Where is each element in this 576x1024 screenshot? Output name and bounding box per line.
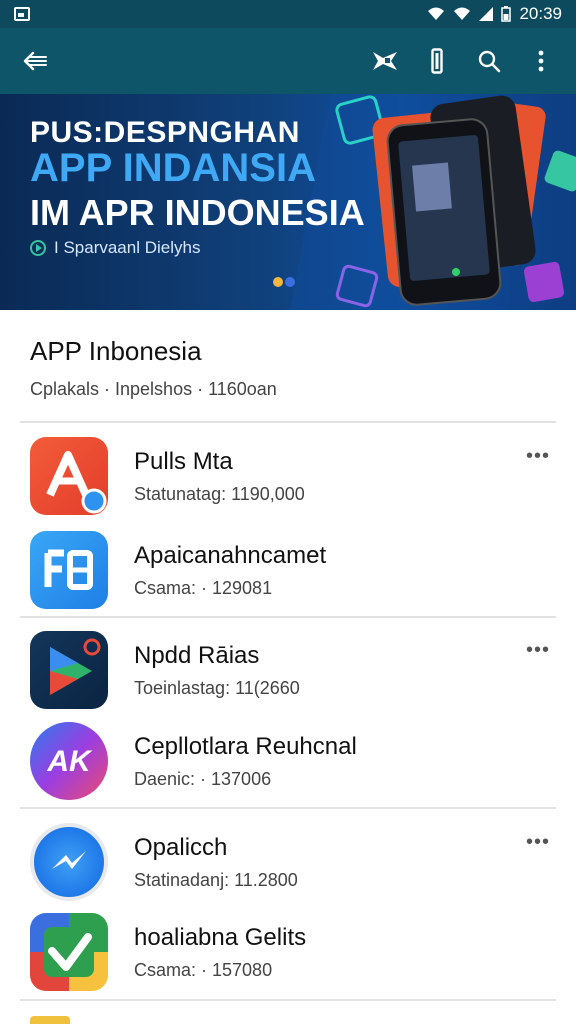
grid-text-icon (30, 531, 108, 609)
banner-line-2: APP INDANSIA (30, 146, 316, 190)
app-list-item[interactable]: hoaliabna Gelits Csama: · 157080 (0, 904, 576, 1000)
checkmark-icon (30, 913, 108, 991)
divider (20, 807, 556, 809)
app-name: Pulls Mta (134, 447, 233, 475)
app-meta: Csama: · 129081 (134, 577, 273, 598)
app-name: hoaliabna Gelits (134, 923, 307, 951)
app-meta: Statinadanj: 11.2800 (134, 869, 298, 890)
divider (20, 421, 556, 423)
status-time: 20:39 (519, 4, 562, 23)
banner-subtitle-row: I Sparvaanl Dielyhs (30, 238, 200, 258)
play-circle-icon (30, 240, 46, 256)
flag-icon (373, 52, 397, 70)
app-meta: Csama: · 157080 (134, 959, 273, 980)
app-name: Apaicanahncamet (134, 541, 327, 569)
back-button[interactable] (14, 40, 56, 82)
app-toolbar (0, 28, 576, 94)
app-list-item[interactable]: Npdd Rāias Toeinlastag: 11(2660 ••• (0, 622, 576, 718)
divider (20, 616, 556, 618)
play-store-icon (30, 631, 108, 709)
promo-banner[interactable]: PUS:DESPNGHAN APP INDANSIA IM APR INDONE… (0, 94, 576, 310)
more-options-button[interactable]: ••• (524, 831, 552, 853)
battery-icon (501, 6, 512, 22)
section-title: APP Inbonesia (30, 336, 202, 366)
app-list-item[interactable]: Pulls Mta Statunatag: 1190,000 ••• (0, 428, 576, 524)
divider (20, 999, 556, 1001)
bookmark-icon (431, 48, 443, 74)
banner-line-3: IM APR INDONESIA (30, 192, 365, 233)
app-name: Npdd Rāias (134, 641, 260, 669)
signal-icon (479, 7, 494, 21)
banner-line-1: PUS:DESPNGHAN (30, 116, 300, 149)
back-arrow-icon (23, 51, 47, 71)
section-header: APP Inbonesia Cplakals · Inpelshos · 116… (0, 310, 576, 422)
svg-text:AK: AK (46, 745, 93, 778)
status-bar: 20:39 (0, 0, 576, 28)
search-icon (478, 50, 501, 73)
app-meta: Daenic: · 137006 (134, 768, 272, 789)
more-options-button[interactable]: ••• (524, 639, 552, 661)
app-name: Cepllotlara Reuhcnal (134, 732, 357, 760)
more-options-button[interactable]: ••• (524, 445, 552, 467)
bookmark-button[interactable] (416, 40, 458, 82)
wifi-icon (428, 7, 445, 20)
section-subtitle: Cplakals · Inpelshos · 1160oan (30, 379, 277, 399)
notification-image-icon (14, 7, 30, 21)
flag-button[interactable] (364, 40, 406, 82)
app-meta: Toeinlastag: 11(2660 (134, 677, 300, 698)
app-list-item[interactable]: AK Cepllotlara Reuhcnal Daenic: · 137006 (0, 713, 576, 809)
messenger-icon (30, 823, 108, 901)
partial-app-icon (30, 1016, 70, 1024)
arrow-a-icon (30, 437, 108, 515)
app-meta: Statunatag: 1190,000 (134, 483, 305, 504)
banner-subtitle: I Sparvaanl Dielyhs (54, 238, 201, 257)
overflow-menu-button[interactable] (520, 40, 562, 82)
ak-logo-icon: AK (30, 722, 108, 800)
more-vertical-icon (538, 50, 544, 72)
app-list-item[interactable]: Apaicanahncamet Csama: · 129081 (0, 522, 576, 618)
app-name: Opalicch (134, 833, 228, 861)
search-button[interactable] (468, 40, 510, 82)
app-list-item[interactable]: Opalicch Statinadanj: 11.2800 ••• (0, 814, 576, 910)
wifi-icon (454, 7, 471, 20)
